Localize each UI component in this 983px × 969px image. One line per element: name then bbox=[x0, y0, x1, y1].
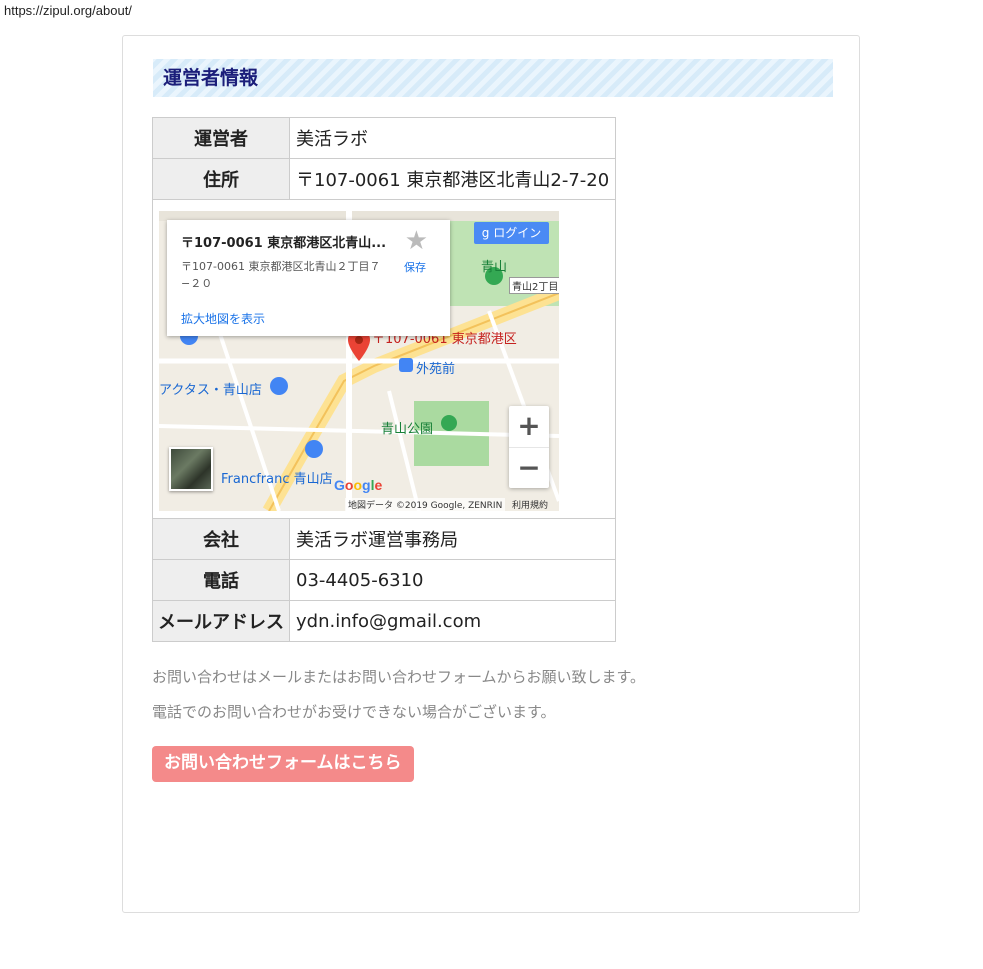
map-copyright: 地図データ ©2019 Google, ZENRIN bbox=[345, 498, 506, 511]
section-title: 運営者情報 bbox=[153, 59, 833, 97]
map-area-label: 青山 bbox=[481, 260, 508, 275]
company-label: 会社 bbox=[152, 518, 290, 560]
map-zoom-control: + − bbox=[509, 406, 549, 488]
address-label: 住所 bbox=[152, 158, 290, 200]
phone-label: 電話 bbox=[152, 559, 290, 601]
map-login-button[interactable]: g ログイン bbox=[474, 222, 549, 244]
browser-url: https://zipul.org/about/ bbox=[4, 3, 132, 18]
map-save-link[interactable]: 保存 bbox=[404, 259, 426, 275]
map-store-label: アクタス・青山店 bbox=[159, 383, 262, 398]
google-map[interactable]: 〒107-0061 東京都港区 外苑前 青山公園 アクタス・青山店 Francf… bbox=[159, 211, 559, 511]
map-card-address: 〒107-0061 東京都港区北青山２丁目７−２０ bbox=[181, 260, 381, 290]
content-card: 運営者情報 運営者 美活ラボ 住所 〒107-0061 東京都港区北青山2-7-… bbox=[122, 35, 860, 913]
table-row: メールアドレス ydn.info@gmail.com bbox=[152, 600, 616, 642]
map-terms-link[interactable]: 利用規約 bbox=[512, 498, 548, 511]
email-value: ydn.info@gmail.com bbox=[289, 600, 616, 642]
map-login-label: ログイン bbox=[493, 226, 542, 240]
map-info-card: 〒107-0061 東京都港区北青山... 〒107-0061 東京都港区北青山… bbox=[167, 220, 450, 336]
map-park-label: 青山公園 bbox=[381, 422, 434, 437]
map-cell: 〒107-0061 東京都港区 外苑前 青山公園 アクタス・青山店 Francf… bbox=[152, 199, 616, 519]
table-row: 〒107-0061 東京都港区 外苑前 青山公園 アクタス・青山店 Francf… bbox=[152, 199, 616, 519]
operator-label: 運営者 bbox=[152, 117, 290, 159]
satellite-toggle[interactable] bbox=[169, 447, 213, 491]
map-station-label: 外苑前 bbox=[416, 362, 456, 377]
phone-value: 03-4405-6310 bbox=[289, 559, 616, 601]
table-row: 電話 03-4405-6310 bbox=[152, 559, 616, 601]
email-label: メールアドレス bbox=[152, 600, 290, 642]
contact-form-button[interactable]: お問い合わせフォームはこちら bbox=[152, 746, 414, 782]
address-value: 〒107-0061 東京都港区北青山2-7-20 bbox=[289, 158, 616, 200]
table-row: 運営者 美活ラボ bbox=[152, 117, 616, 159]
star-icon[interactable]: ★ bbox=[405, 226, 428, 256]
company-value: 美活ラボ運営事務局 bbox=[289, 518, 616, 560]
google-logo: Google bbox=[334, 477, 383, 493]
map-road-sign: 青山2丁目 bbox=[509, 277, 559, 294]
zoom-out-button[interactable]: − bbox=[509, 448, 549, 489]
google-g-icon: g bbox=[481, 226, 494, 240]
map-card-title: 〒107-0061 東京都港区北青山... bbox=[181, 236, 387, 251]
table-row: 住所 〒107-0061 東京都港区北青山2-7-20 bbox=[152, 158, 616, 200]
operator-info-table: 運営者 美活ラボ 住所 〒107-0061 東京都港区北青山2-7-20 〒10… bbox=[152, 117, 616, 642]
zoom-in-button[interactable]: + bbox=[509, 406, 549, 448]
operator-value: 美活ラボ bbox=[289, 117, 616, 159]
contact-note-2: 電話でのお問い合わせがお受けできない場合がございます。 bbox=[152, 703, 556, 721]
map-enlarge-link[interactable]: 拡大地図を表示 bbox=[181, 310, 265, 327]
table-row: 会社 美活ラボ運営事務局 bbox=[152, 518, 616, 560]
map-store-label: Francfranc 青山店 bbox=[221, 472, 333, 487]
contact-note-1: お問い合わせはメールまたはお問い合わせフォームからお願い致します。 bbox=[152, 668, 646, 686]
